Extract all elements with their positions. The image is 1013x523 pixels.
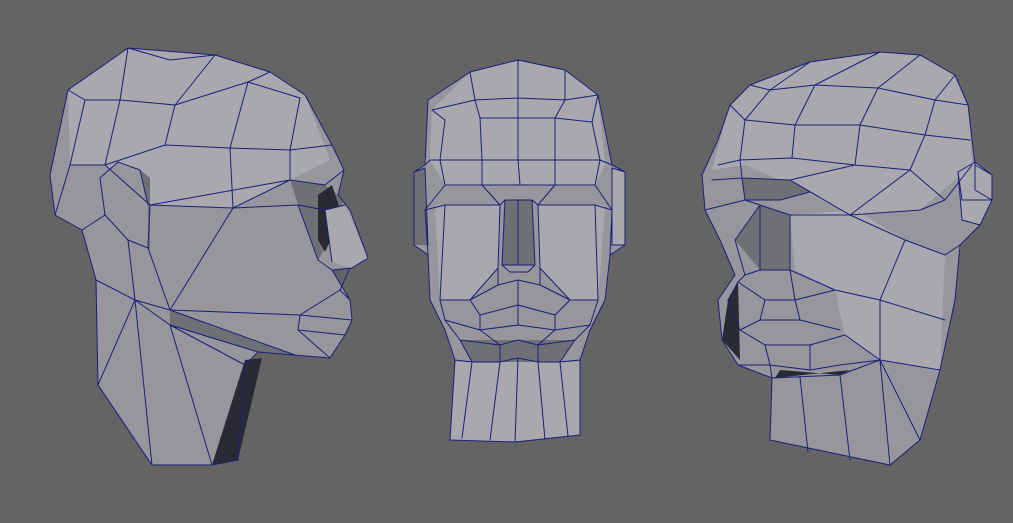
- low-poly-head-renders: [49, 47, 993, 466]
- 3d-viewport[interactable]: [0, 0, 1013, 523]
- front-view-head-model[interactable]: [413, 59, 626, 443]
- front-ear-right: [612, 168, 625, 245]
- three-quarter-head-model[interactable]: [701, 51, 993, 466]
- side-profile-head-model[interactable]: [49, 47, 369, 466]
